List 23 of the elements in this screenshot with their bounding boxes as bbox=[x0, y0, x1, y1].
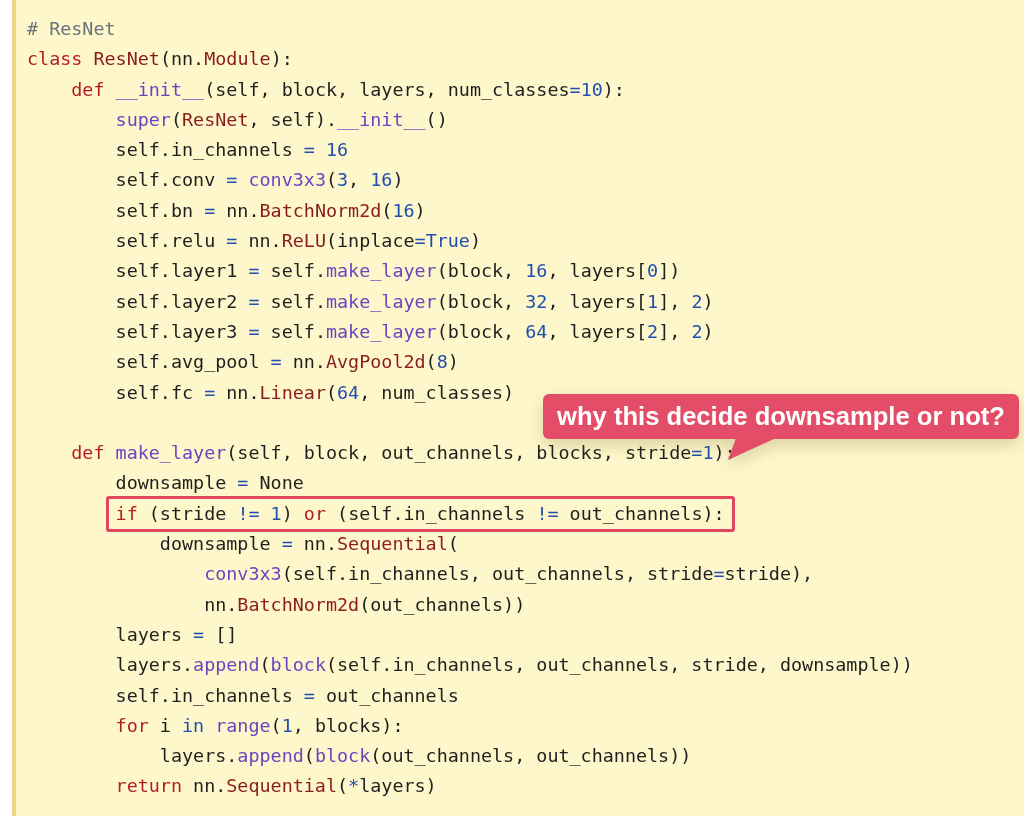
code-line: self.in_channels = 16 bbox=[115, 138, 349, 163]
code-line: for i in range(1, blocks): bbox=[115, 713, 404, 738]
code-line: self.layer1 = self.make_layer(block, 16, layers[0]) bbox=[115, 259, 681, 284]
code-line: # ResNet bbox=[27, 17, 116, 41]
code-line: layers = [] bbox=[115, 622, 238, 647]
code-line: self.layer2 = self.make_layer(block, 32, layers[1], 2) bbox=[115, 289, 714, 314]
code-line: downsample = nn.Sequential( bbox=[159, 532, 459, 557]
code-line: return nn.Sequential(*layers) bbox=[115, 774, 437, 799]
code-line: layers.append(block(out_channels, out_channels)) bbox=[159, 744, 692, 769]
code-line: self.relu = nn.ReLU(inplace=True) bbox=[115, 229, 481, 254]
code-line: downsample = None bbox=[115, 471, 304, 496]
code-line: self.avg_pool = nn.AvgPool2d(8) bbox=[115, 350, 459, 375]
code-line: self.fc = nn.Linear(64, num_classes) bbox=[115, 380, 515, 405]
code-line: self.layer3 = self.make_layer(block, 64, layers[2], 2) bbox=[115, 319, 714, 344]
code-line: def __init__(self, block, layers, num_classes=10): bbox=[71, 77, 625, 102]
code-line: self.conv = conv3x3(3, 16) bbox=[115, 168, 404, 193]
code-line: self.bn = nn.BatchNorm2d(16) bbox=[115, 198, 426, 223]
code-line: self.in_channels = out_channels bbox=[115, 683, 459, 708]
code-line: conv3x3(self.in_channels, out_channels, stride=stride), bbox=[204, 562, 814, 587]
code-line: super(ResNet, self).__init__() bbox=[115, 107, 448, 132]
code-line: layers.append(block(self.in_channels, out_channels, stride, downsample)) bbox=[115, 653, 913, 678]
code-line: class ResNet(nn.Module): bbox=[27, 47, 293, 72]
code-line: nn.BatchNorm2d(out_channels)) bbox=[204, 592, 526, 617]
